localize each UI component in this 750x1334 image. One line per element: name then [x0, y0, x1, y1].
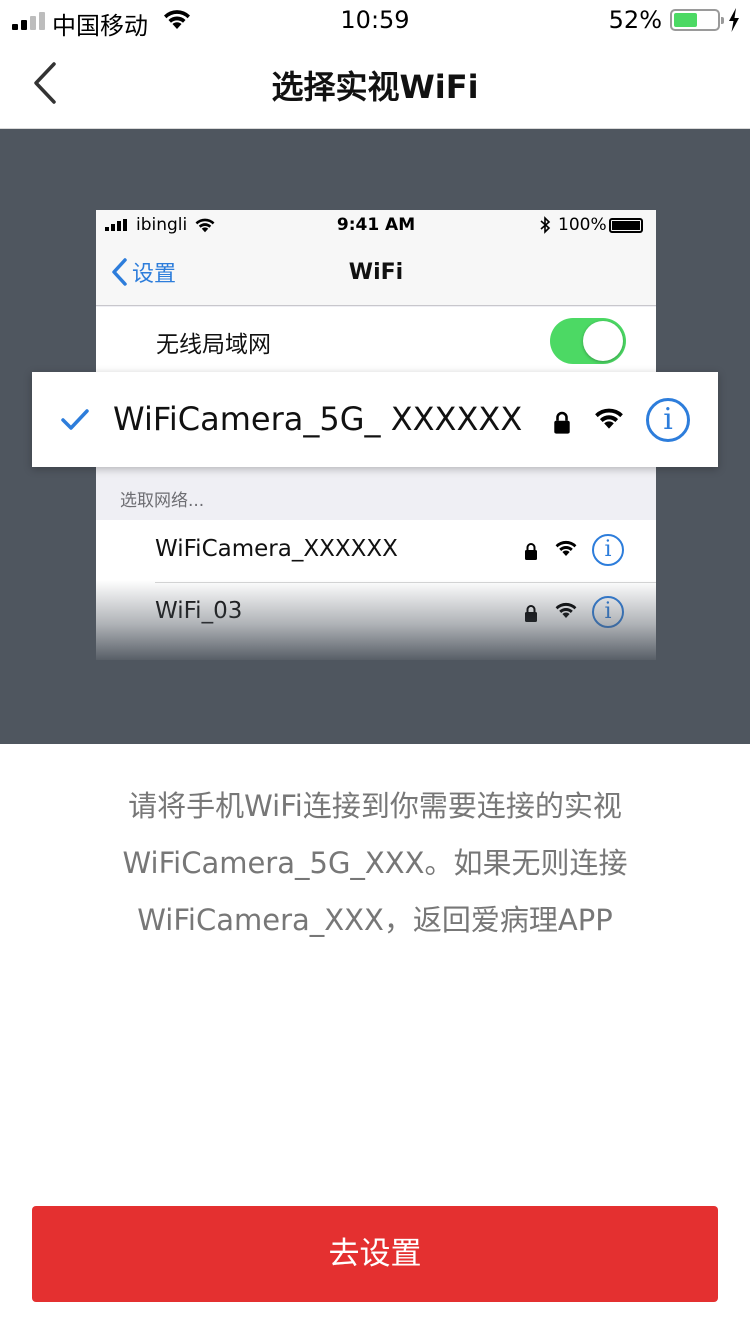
battery-icon [670, 9, 724, 31]
lock-icon [525, 605, 537, 622]
wlan-label: 无线局域网 [156, 332, 271, 358]
lock-icon [525, 543, 537, 560]
phone-battery-percentage: 100% [558, 215, 607, 235]
instruction-line: 请将手机WiFi连接到你需要连接的实视 [128, 789, 622, 823]
battery-percentage: 52% [608, 6, 662, 34]
phone-status-bar: ibingli 9:41 AM 100% [96, 210, 656, 240]
battery-level-fill [674, 13, 697, 27]
network-row: WiFi_03 i [96, 582, 656, 644]
info-icon: i [646, 398, 690, 442]
wifi-guide-illustration: ibingli 9:41 AM 100% 设置 WiFi 无线局域网 选取网络.… [0, 129, 750, 744]
selected-network-name: WiFiCamera_5G_ XXXXXX [113, 400, 523, 438]
bluetooth-icon [540, 216, 551, 234]
status-bar: 中国移动 10:59 52% [0, 0, 750, 40]
page-title: 选择实视WiFi [271, 68, 479, 106]
phone-nav-title: WiFi [348, 260, 404, 285]
instruction-line: WiFiCamera_5G_XXX。如果无则连接 [122, 846, 628, 880]
go-to-settings-button[interactable]: 去设置 [32, 1206, 718, 1302]
wifi-strength-icon [595, 408, 623, 429]
network-name: WiFiCamera_XXXXXX [155, 536, 398, 562]
instruction-text: 请将手机WiFi连接到你需要连接的实视 WiFiCamera_5G_XXX。如果… [60, 778, 690, 949]
wifi-strength-icon [555, 540, 577, 556]
phone-nav-bar: 设置 WiFi [96, 240, 656, 306]
network-list: WiFiCamera_XXXXXX i WiFi_03 i [96, 520, 656, 660]
choose-network-label: 选取网络... [120, 491, 205, 511]
info-icon: i [592, 534, 624, 566]
info-icon: i [592, 596, 624, 628]
navigation-bar: 选择实视WiFi [0, 40, 750, 129]
wlan-toggle [550, 318, 626, 364]
wlan-row: 无线局域网 [96, 307, 656, 373]
checkmark-icon [61, 409, 89, 430]
phone-battery-icon [609, 218, 643, 233]
wifi-strength-icon [555, 602, 577, 618]
instruction-line: WiFiCamera_XXX，返回爱病理APP [137, 903, 613, 937]
lock-icon [554, 411, 570, 434]
selected-network-highlight: WiFiCamera_5G_ XXXXXX i [32, 372, 718, 467]
network-row: WiFiCamera_XXXXXX i [96, 520, 656, 582]
charging-bolt-icon [729, 8, 739, 32]
network-name: WiFi_03 [155, 598, 243, 624]
